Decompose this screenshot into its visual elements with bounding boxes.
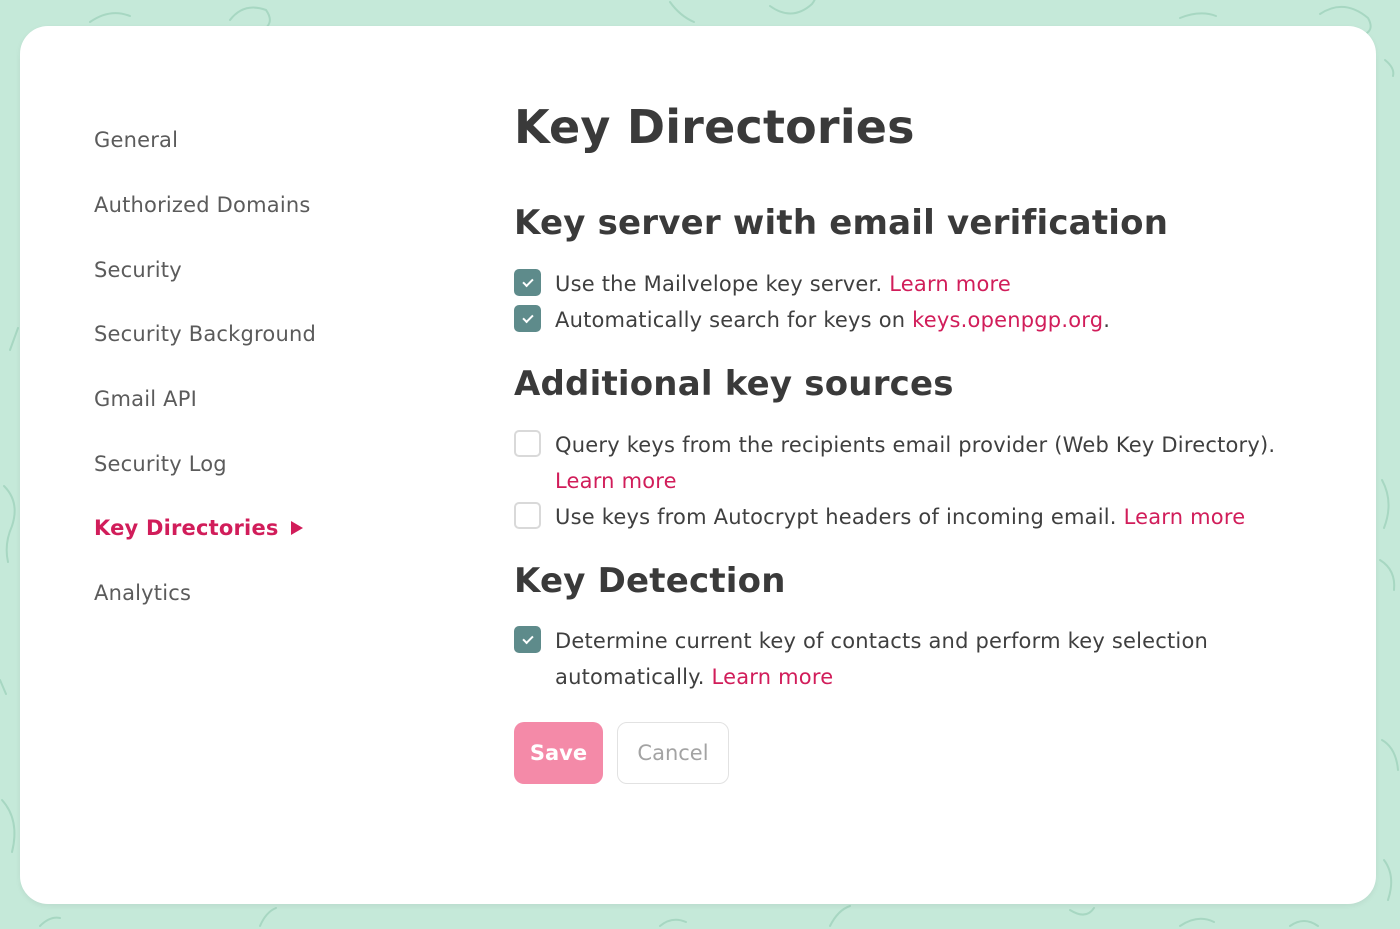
option-label: Determine current key of contacts and pe…	[555, 623, 1234, 695]
option-suffix: .	[1103, 308, 1111, 332]
checkbox-keys-openpgp[interactable]	[514, 305, 541, 332]
option-text: Determine current key of contacts and pe…	[555, 629, 1209, 689]
sidebar-item-label: Gmail API	[94, 387, 197, 412]
section-title-additional-sources: Additional key sources	[514, 364, 954, 404]
option-label: Automatically search for keys on keys.op…	[555, 302, 1110, 338]
checkmark-icon	[521, 311, 534, 323]
sidebar-item-label: Security Log	[94, 451, 227, 476]
learn-more-link[interactable]: Learn more	[1124, 505, 1246, 529]
triangle-right-icon	[290, 521, 303, 536]
option-mailvelope-key-server: Use the Mailvelope key server. Learn mor…	[514, 266, 1334, 302]
option-text: Query keys from the recipients email pro…	[555, 433, 1276, 457]
option-label: Use the Mailvelope key server. Learn mor…	[555, 266, 1011, 302]
option-label: Use keys from Autocrypt headers of incom…	[555, 499, 1245, 535]
sidebar-item-authorized-domains[interactable]: Authorized Domains	[94, 173, 434, 238]
checkmark-icon	[521, 632, 534, 644]
option-text: Automatically search for keys on	[555, 308, 906, 332]
checkbox-web-key-directory[interactable]	[514, 430, 541, 457]
option-text: Use keys from Autocrypt headers of incom…	[555, 505, 1117, 529]
cancel-button[interactable]: Cancel	[617, 722, 729, 784]
sidebar-item-label: Security Background	[94, 322, 316, 347]
sidebar-item-analytics[interactable]: Analytics	[94, 561, 434, 626]
section-title-key-server: Key server with email verification	[514, 203, 1169, 243]
checkbox-autocrypt-headers[interactable]	[514, 502, 541, 529]
option-text: Use the Mailvelope key server.	[555, 272, 883, 296]
sidebar-item-label: Key Directories	[94, 516, 279, 541]
checkbox-mailvelope-key-server[interactable]	[514, 269, 541, 296]
learn-more-link[interactable]: Learn more	[555, 469, 677, 493]
settings-sidebar: General Authorized Domains Security Secu…	[94, 108, 434, 626]
sidebar-item-key-directories[interactable]: Key Directories	[94, 496, 434, 561]
settings-card: General Authorized Domains Security Secu…	[20, 26, 1376, 904]
sidebar-item-gmail-api[interactable]: Gmail API	[94, 367, 434, 432]
sidebar-item-security-background[interactable]: Security Background	[94, 302, 434, 367]
sidebar-item-label: General	[94, 128, 179, 153]
checkbox-key-selection[interactable]	[514, 626, 541, 653]
checkmark-icon	[521, 275, 534, 287]
section-title-key-detection: Key Detection	[514, 561, 786, 601]
save-button[interactable]: Save	[514, 722, 603, 784]
option-keys-openpgp: Automatically search for keys on keys.op…	[514, 302, 1334, 338]
sidebar-item-label: Analytics	[94, 581, 192, 606]
sidebar-item-security-log[interactable]: Security Log	[94, 431, 434, 496]
sidebar-item-security[interactable]: Security	[94, 237, 434, 302]
sidebar-item-label: Authorized Domains	[94, 193, 311, 218]
option-web-key-directory: Query keys from the recipients email pro…	[514, 427, 1314, 499]
learn-more-link[interactable]: Learn more	[889, 272, 1011, 296]
option-autocrypt-headers: Use keys from Autocrypt headers of incom…	[514, 499, 1334, 535]
learn-more-link[interactable]: Learn more	[712, 665, 834, 689]
sidebar-item-label: Security	[94, 257, 182, 282]
option-label: Query keys from the recipients email pro…	[555, 427, 1314, 499]
option-key-selection: Determine current key of contacts and pe…	[514, 623, 1234, 695]
sidebar-item-general[interactable]: General	[94, 108, 434, 173]
keys-openpgp-link[interactable]: keys.openpgp.org	[912, 308, 1103, 332]
page-title: Key Directories	[514, 100, 915, 154]
